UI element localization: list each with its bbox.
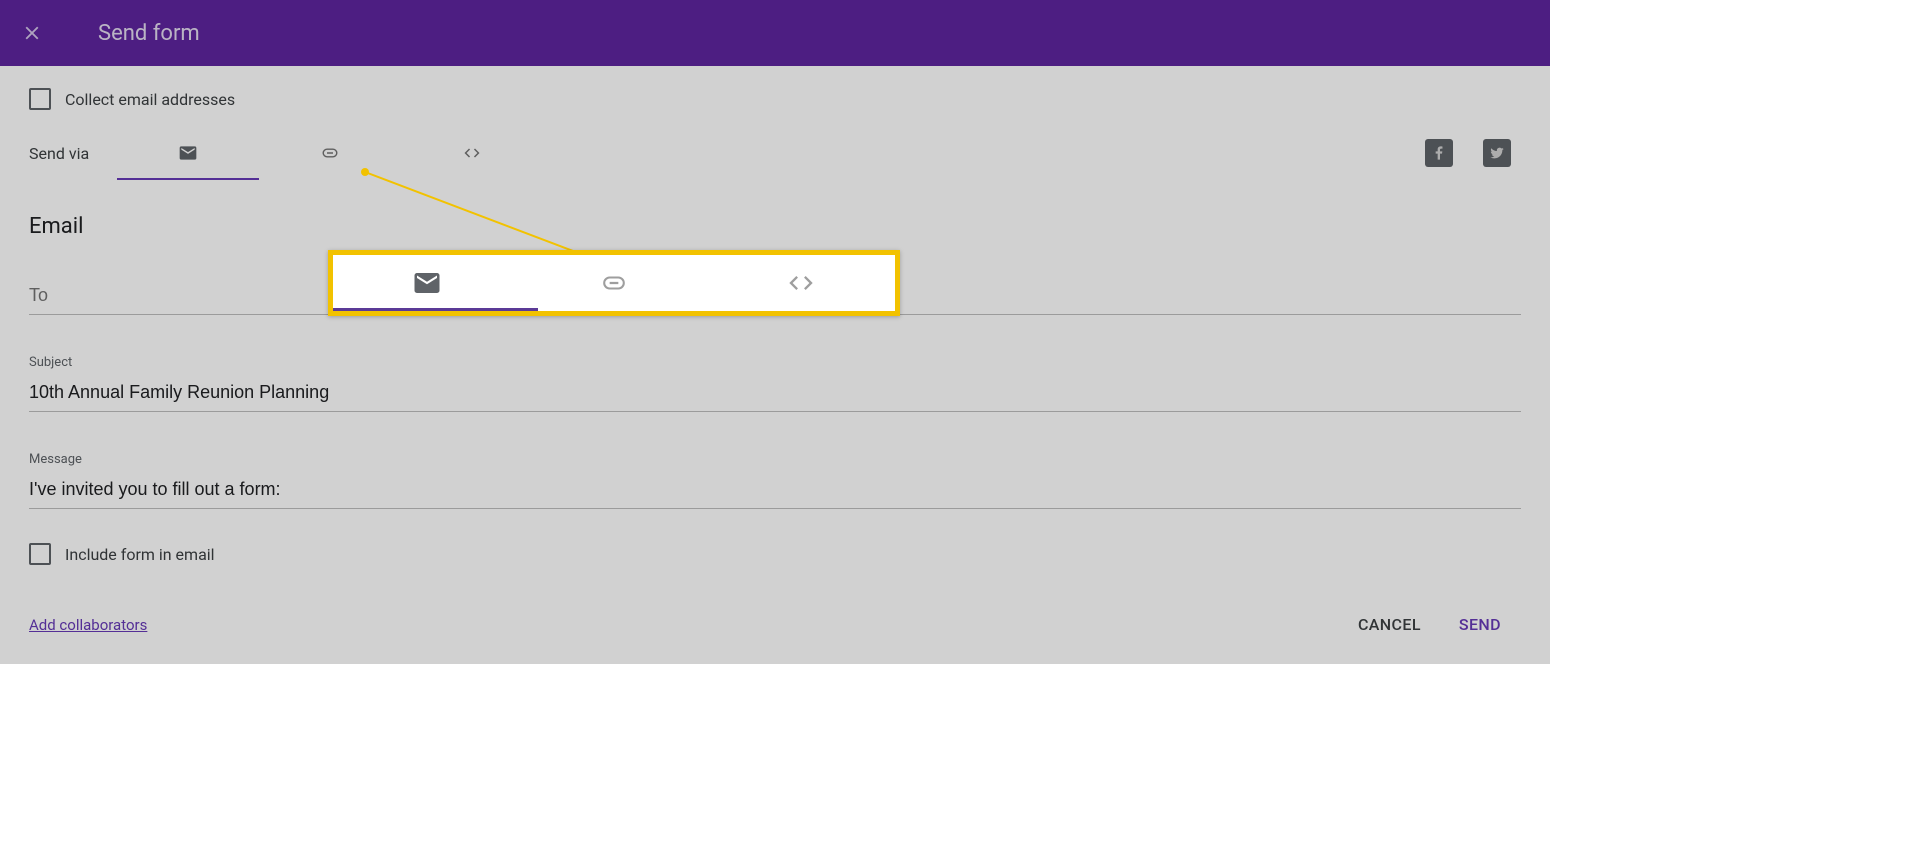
share-facebook-button[interactable] [1425,139,1453,167]
include-form-label: Include form in email [65,545,215,564]
link-icon [317,144,343,162]
include-form-checkbox[interactable] [29,543,51,565]
close-button[interactable] [18,19,46,47]
subject-label: Subject [29,355,1521,370]
email-section-title: Email [29,214,1521,239]
message-input[interactable] [29,473,1521,509]
collect-email-row: Collect email addresses [29,66,1521,132]
close-icon [21,22,43,44]
send-button[interactable]: SEND [1459,615,1501,634]
dialog-footer: Add collaborators CANCEL SEND [29,615,1521,664]
dialog-title: Send form [98,21,200,46]
tab-email[interactable] [117,132,259,174]
email-icon [175,143,201,163]
tab-link[interactable] [259,132,401,174]
send-via-label: Send via [29,144,89,163]
collect-email-label: Collect email addresses [65,90,235,109]
subject-input[interactable] [29,376,1521,412]
add-collaborators-link[interactable]: Add collaborators [29,616,147,634]
include-form-row: Include form in email [29,543,1521,565]
collect-email-checkbox[interactable] [29,88,51,110]
facebook-icon [1431,145,1447,161]
cancel-button[interactable]: CANCEL [1358,615,1421,634]
embed-icon [460,144,484,162]
twitter-icon [1489,145,1505,161]
tab-embed[interactable] [401,132,543,174]
message-label: Message [29,452,1521,467]
dialog-header: Send form [0,0,1550,66]
to-input[interactable] [29,279,1521,315]
send-via-row: Send via [29,132,1521,180]
share-twitter-button[interactable] [1483,139,1511,167]
